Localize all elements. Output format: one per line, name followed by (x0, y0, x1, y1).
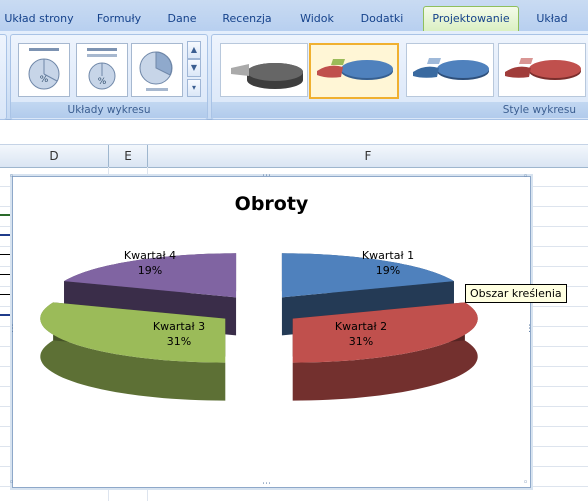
ribbon-tab-bar: Układ strony Formuły Dane Recenzja Widok… (0, 0, 588, 32)
tab-data[interactable]: Dane (160, 8, 204, 30)
layouts-scroll-down-button[interactable]: ▼ (187, 59, 201, 77)
pie-layout-legend-icon: % (87, 48, 117, 90)
ribbon-body: % % ▲ ▼ ▾ Układy wykresu Style wykresu (0, 31, 588, 120)
chart-layouts-label: Układy wykresu (11, 102, 207, 118)
column-header-d[interactable]: D (0, 145, 109, 167)
pie-style-blue-icon (413, 58, 489, 80)
cell-border-mark (0, 314, 12, 316)
pie-style-red-icon (505, 58, 581, 80)
pie-plain-layout-icon (139, 51, 173, 91)
pie-style-color-icon (317, 59, 393, 80)
chart-style-1-button[interactable] (220, 43, 308, 97)
pie-plot-area[interactable] (13, 177, 530, 487)
tab-review[interactable]: Recenzja (214, 8, 280, 30)
data-label-category: Kwartał 4 (123, 249, 177, 262)
cell-border-mark (0, 254, 12, 255)
tab-addins[interactable]: Dodatki (352, 8, 412, 30)
tab-layout[interactable]: Układ (525, 8, 579, 30)
data-label-q4[interactable]: Kwartał 4 19% (115, 248, 185, 278)
data-label-category: Kwartał 2 (334, 320, 388, 333)
chart-layout-1-button[interactable]: % (18, 43, 70, 97)
tab-view[interactable]: Widok (290, 8, 344, 30)
svg-text:%: % (98, 77, 107, 87)
pie-style-gray-icon (231, 63, 303, 89)
data-label-q2[interactable]: Kwartał 2 31% (326, 319, 396, 349)
pie-slice-2[interactable] (292, 302, 478, 401)
chart-style-3-button[interactable] (406, 43, 494, 97)
ribbon-group-partial (0, 34, 7, 120)
chart-style-4-button[interactable] (498, 43, 586, 97)
chart-layout-3-button[interactable] (131, 43, 183, 97)
cell-border-mark (0, 234, 12, 236)
data-label-q1[interactable]: Kwartał 1 19% (353, 248, 423, 278)
cell-border-mark (0, 214, 12, 216)
layouts-more-button[interactable]: ▾ (187, 79, 201, 97)
svg-text:%: % (40, 75, 49, 85)
column-header-row: D E F (0, 145, 588, 168)
plot-area-tooltip: Obszar kreślenia (465, 284, 567, 303)
data-label-q3[interactable]: Kwartał 3 31% (144, 319, 214, 349)
chart-styles-label: Style wykresu (212, 102, 588, 118)
tab-page-layout[interactable]: Układ strony (0, 8, 78, 30)
data-label-value: 19% (137, 264, 163, 277)
pie-slice-3[interactable] (40, 302, 226, 401)
data-label-value: 31% (166, 335, 192, 348)
data-label-value: 31% (348, 335, 374, 348)
layouts-scroll-up-button[interactable]: ▲ (187, 41, 201, 59)
chart-area[interactable]: ◦ ⋯ ◦ ⋮ ⋮ ◦ ⋯ ◦ Obroty Kwartał 1 19% Kwar… (8, 172, 534, 489)
pie-layout-icon: % (28, 48, 60, 90)
chart-layouts-group: % % ▲ ▼ ▾ Układy wykresu (10, 34, 208, 120)
column-header-e[interactable]: E (109, 145, 148, 167)
cell-border-mark (0, 294, 12, 295)
data-label-category: Kwartał 3 (152, 320, 206, 333)
chart-layout-2-button[interactable]: % (76, 43, 128, 97)
chart-styles-group: Style wykresu (211, 34, 588, 120)
data-label-value: 19% (375, 264, 401, 277)
chart-style-2-button[interactable] (309, 43, 399, 99)
tab-formulas[interactable]: Formuły (88, 8, 150, 30)
cell-border-mark (0, 274, 12, 275)
tab-design[interactable]: Projektowanie (423, 6, 519, 32)
data-label-category: Kwartał 1 (361, 249, 415, 262)
column-header-f[interactable]: F (148, 145, 588, 167)
formula-bar[interactable] (0, 120, 588, 145)
